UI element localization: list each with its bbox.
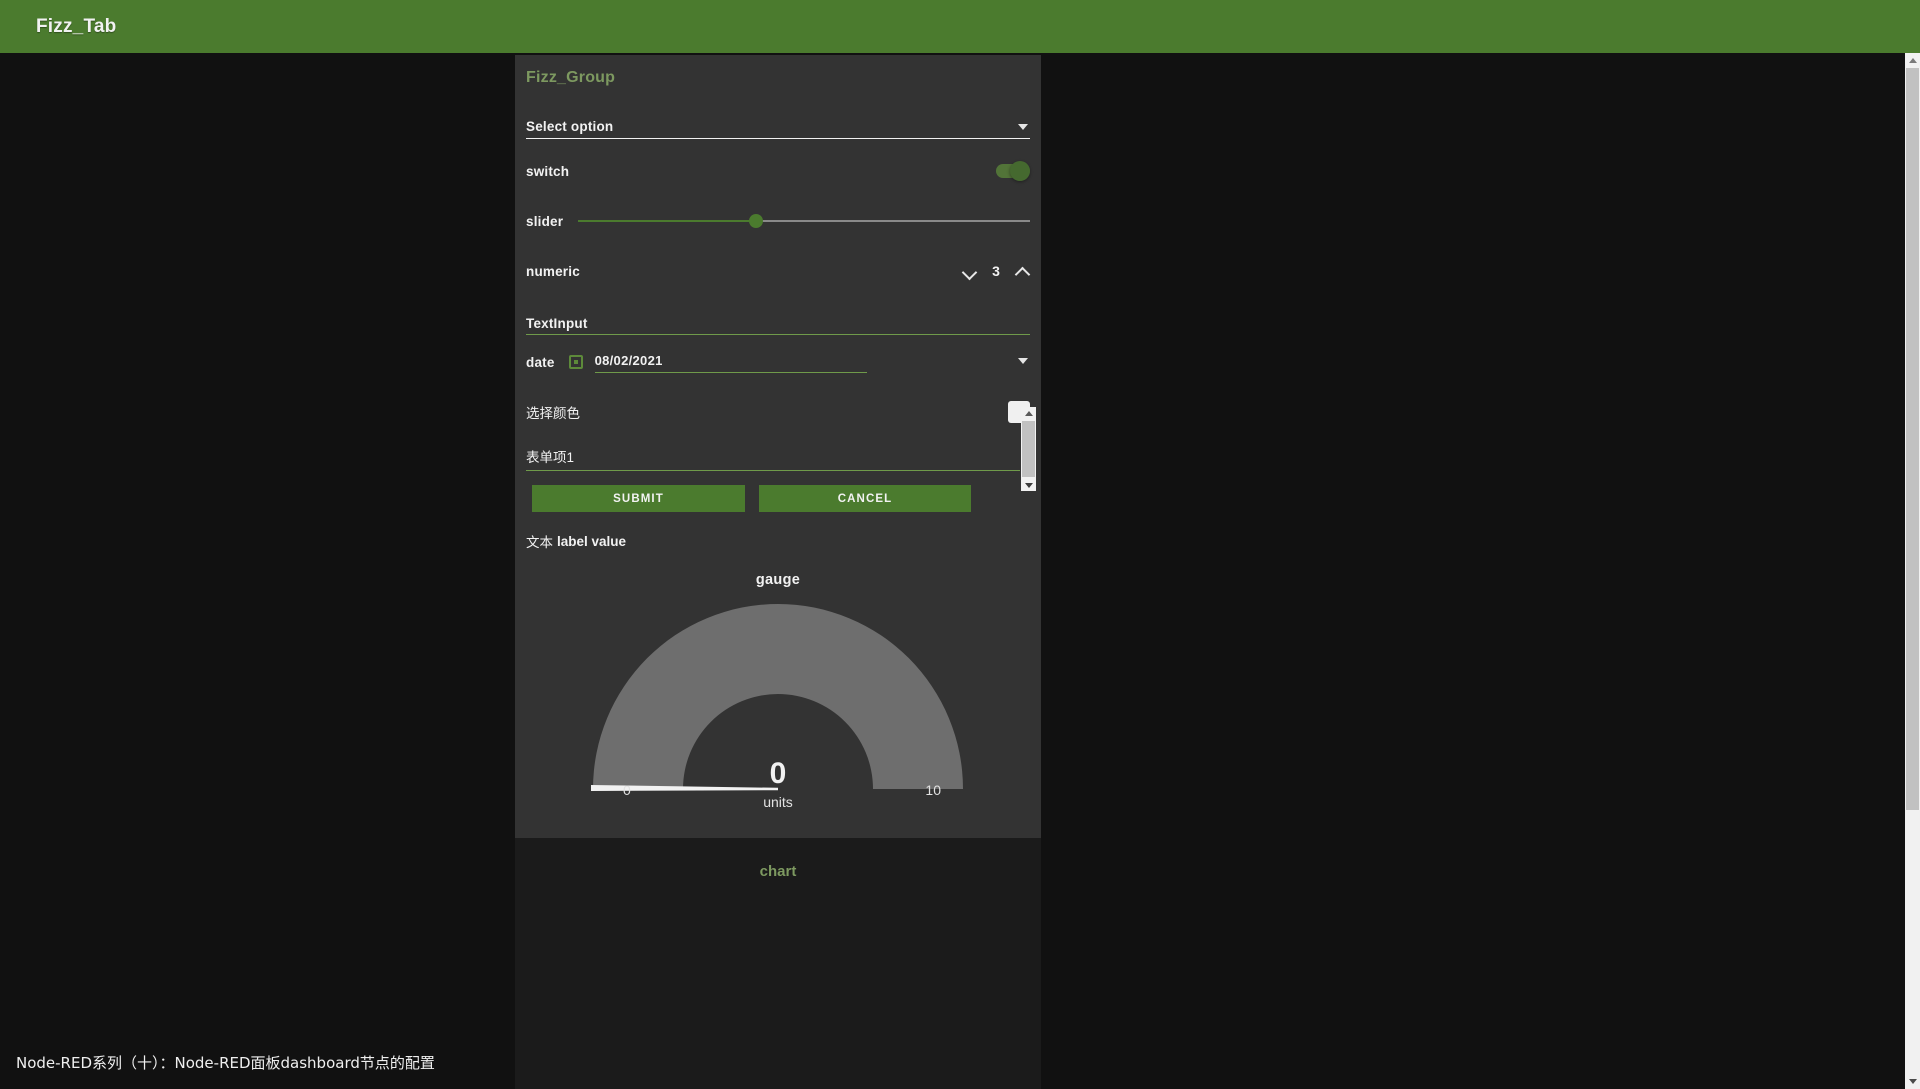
slider-row: slider [526, 199, 1030, 243]
date-input[interactable]: 08/02/2021 [594, 352, 867, 373]
numeric-stepper: 3 [962, 263, 1030, 279]
numeric-row: numeric 3 [526, 249, 1030, 293]
chevron-down-icon [1018, 124, 1028, 130]
page-caption: Node-RED系列（十）：Node-RED面板dashboard节点的配置 [16, 1054, 435, 1072]
date-row: date 08/02/2021 [526, 341, 1030, 383]
dropdown-select-option[interactable]: Select option [526, 101, 1030, 139]
numeric-label: numeric [526, 263, 580, 279]
form-scrollbar-thumb[interactable] [1022, 421, 1035, 477]
form-actions: SUBMIT CANCEL [526, 485, 1030, 512]
switch-thumb [1010, 161, 1030, 181]
color-picker-label: 选择颜色 [526, 406, 580, 421]
chevron-down-icon[interactable] [1018, 358, 1028, 364]
app-title: Fizz_Tab [36, 15, 117, 37]
text-widget: 文本 label value [526, 528, 1030, 554]
chevron-up-icon[interactable] [1015, 264, 1030, 279]
slider-label: slider [526, 213, 564, 229]
cancel-button[interactable]: CANCEL [759, 485, 971, 512]
form-item-label: 表单项1 [526, 450, 575, 465]
date-label: date [526, 354, 555, 370]
gauge-units: units [763, 794, 793, 810]
form-item-field[interactable]: 表单项1 [526, 439, 1020, 471]
scroll-up-icon[interactable] [1905, 53, 1920, 68]
gauge-min-label: 0 [623, 782, 631, 798]
scrollbar-top-cap [1905, 0, 1920, 53]
gauge-title: gauge [755, 572, 801, 588]
switch-label: switch [526, 163, 570, 179]
gauge-widget: gauge 0 units 0 10 [515, 572, 1041, 872]
scroll-up-icon[interactable] [1021, 407, 1036, 419]
text-widget-value: label value [557, 533, 627, 549]
gauge-max-label: 10 [925, 782, 941, 798]
date-value: 08/02/2021 [594, 352, 663, 368]
screenshot-root: Fizz_Tab Fizz_Group Select option switch… [0, 0, 1920, 1089]
text-input-field[interactable]: TextInput [526, 301, 1030, 335]
scroll-down-icon[interactable] [1021, 479, 1036, 491]
app-header: Fizz_Tab [0, 0, 1905, 53]
chart-title: chart [759, 863, 797, 880]
switch-row: switch [526, 149, 1030, 193]
gauge-value: 0 [769, 757, 787, 790]
text-widget-label: 文本 [526, 535, 553, 550]
numeric-value: 3 [992, 263, 1000, 279]
browser-scrollbar[interactable] [1905, 0, 1920, 1089]
slider-fill [578, 220, 759, 222]
group-card-chart: chart [515, 838, 1041, 1089]
slider-thumb[interactable] [749, 214, 763, 228]
group-title: Fizz_Group [526, 69, 616, 86]
chevron-down-icon[interactable] [962, 264, 977, 279]
text-input-label: TextInput [526, 316, 588, 331]
calendar-icon[interactable] [568, 355, 583, 369]
color-picker-row: 选择颜色 [526, 389, 1030, 435]
switch-toggle[interactable] [996, 161, 1030, 181]
submit-button[interactable]: SUBMIT [532, 485, 745, 512]
dropdown-label: Select option [526, 119, 614, 134]
dashboard-canvas: Fizz_Group Select option switch slider n… [0, 53, 1905, 1089]
group-card-fizz-group: Fizz_Group Select option switch slider n… [515, 55, 1041, 872]
form-scrollbar[interactable] [1021, 407, 1036, 491]
browser-scrollbar-thumb[interactable] [1906, 68, 1919, 810]
scroll-down-icon[interactable] [1905, 1074, 1920, 1089]
